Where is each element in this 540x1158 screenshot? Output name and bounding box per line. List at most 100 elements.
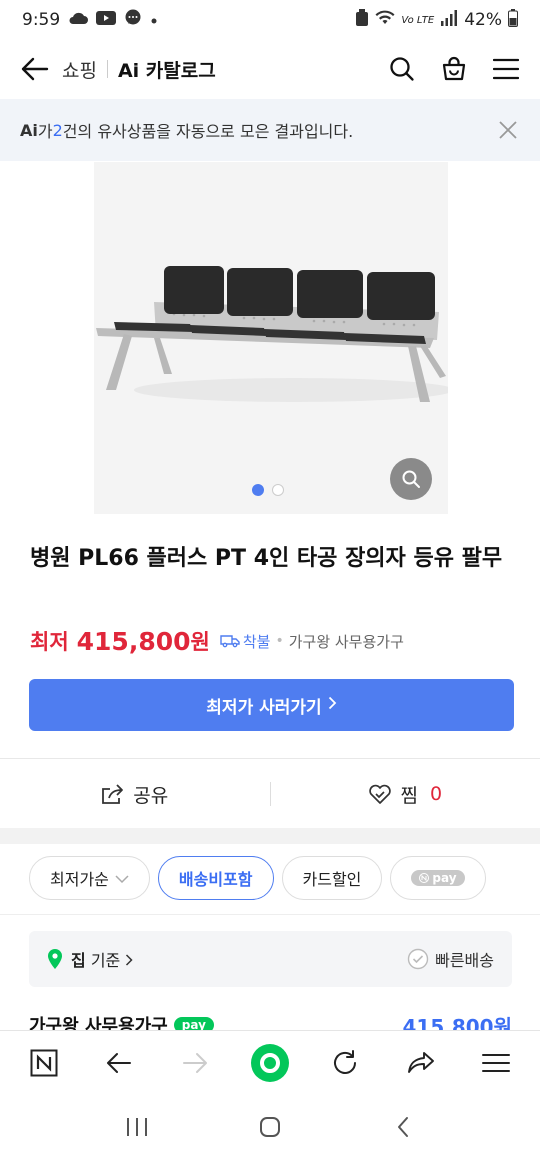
- naver-home-button[interactable]: [20, 1039, 68, 1087]
- page-title: Ai 카탈로그: [117, 59, 216, 82]
- location-place: 집: [71, 951, 86, 970]
- breadcrumb-divider: [106, 60, 108, 78]
- share-icon: [102, 784, 124, 804]
- shopping-link[interactable]: 쇼핑: [62, 56, 97, 83]
- close-icon: [499, 121, 517, 139]
- truck-icon: [220, 634, 240, 648]
- notice-text-before: 가: [37, 122, 53, 141]
- separator-dot: •: [275, 633, 284, 649]
- refresh-icon: [334, 1049, 357, 1074]
- action-row: 공유 찜 0: [0, 760, 540, 828]
- shopping-bag-icon: [442, 56, 466, 81]
- browser-back-button[interactable]: [95, 1039, 143, 1087]
- cloud-icon: [68, 10, 89, 30]
- notice-close-button[interactable]: [496, 118, 520, 142]
- fast-shipping-toggle[interactable]: 빠른배송: [407, 947, 494, 971]
- price-label: 최저: [30, 630, 69, 654]
- wishlist-count: 0: [429, 783, 443, 805]
- arrow-left-icon: [107, 1052, 132, 1073]
- browser-share-button[interactable]: [397, 1039, 445, 1087]
- image-pagination: [252, 484, 284, 496]
- similar-count: 2: [52, 120, 63, 140]
- sort-lowest-price-chip[interactable]: 최저가순: [29, 856, 150, 900]
- offer-seller-name: 가구왕 사무용가구: [29, 1016, 168, 1032]
- section-divider: [0, 828, 540, 844]
- battery-icon: [508, 8, 518, 32]
- recent-apps-button[interactable]: [113, 1103, 161, 1151]
- arrow-left-icon: [21, 57, 49, 81]
- home-icon: [259, 1117, 280, 1137]
- search-icon: [390, 57, 414, 81]
- search-button[interactable]: [386, 53, 418, 85]
- breadcrumb: 쇼핑 Ai 카탈로그: [62, 56, 216, 83]
- lowest-price: 415,800: [76, 626, 191, 656]
- cart-button[interactable]: [438, 53, 470, 85]
- heart-check-icon: [369, 784, 392, 804]
- android-navigation-bar: [0, 1096, 540, 1158]
- npay-icon: pay: [411, 870, 465, 886]
- delivery-location-box[interactable]: 집 기준 빠른배송: [29, 931, 512, 987]
- system-back-button[interactable]: [379, 1103, 427, 1151]
- naver-green-dot-button[interactable]: [246, 1039, 294, 1087]
- notice-text: 건의 유사상품을 자동으로 모은 결과입니다.: [62, 122, 354, 141]
- status-bar: 9:59 Vo LTE 42%: [0, 0, 540, 40]
- browser-toolbar: [0, 1030, 540, 1094]
- chevron-down-icon: [115, 869, 129, 888]
- pagination-dot[interactable]: [272, 484, 284, 496]
- pagination-dot-active[interactable]: [252, 484, 264, 496]
- battery-percent: 42%: [464, 10, 502, 30]
- menu-button[interactable]: [490, 53, 522, 85]
- location-text[interactable]: 집 기준: [71, 947, 133, 971]
- notification-dot-icon: [150, 10, 158, 30]
- chip-label: 카드할인: [302, 870, 362, 889]
- chevron-right-icon: [328, 695, 337, 715]
- divider: [0, 758, 540, 759]
- ai-notice-banner: Ai 가 2 건의 유사상품을 자동으로 모은 결과입니다.: [0, 99, 540, 161]
- browser-menu-button[interactable]: [472, 1039, 520, 1087]
- zoom-button[interactable]: [390, 458, 432, 500]
- magnifier-icon: [402, 470, 420, 488]
- check-circle-icon: [407, 948, 429, 970]
- recent-apps-icon: [126, 1118, 147, 1136]
- recycle-icon: [355, 8, 369, 32]
- card-discount-chip[interactable]: 카드할인: [281, 856, 383, 900]
- npay-chip[interactable]: pay: [390, 856, 486, 900]
- header: 쇼핑 Ai 카탈로그: [0, 40, 540, 98]
- bench-chair-image: [94, 162, 454, 514]
- refresh-button[interactable]: [321, 1039, 369, 1087]
- chevron-right-icon: [126, 954, 133, 966]
- status-time: 9:59: [22, 10, 61, 30]
- home-button[interactable]: [246, 1103, 294, 1151]
- hamburger-menu-icon: [493, 58, 519, 80]
- back-button[interactable]: [18, 52, 52, 86]
- fast-shipping-label: 빠른배송: [435, 951, 494, 970]
- share-button[interactable]: 공유: [0, 760, 270, 828]
- wifi-icon: [375, 10, 395, 31]
- share-arrow-icon: [407, 1051, 434, 1073]
- location-suffix: 기준: [90, 951, 121, 970]
- browser-forward-button[interactable]: [171, 1039, 219, 1087]
- wishlist-label: 찜: [400, 784, 418, 807]
- chip-label: 배송비포함: [178, 870, 253, 889]
- share-label: 공유: [133, 784, 169, 807]
- wishlist-button[interactable]: 찜 0: [271, 760, 540, 828]
- offer-price: 415,800원: [402, 1015, 513, 1032]
- price-row: 최저 415,800 원 착불 • 가구왕 사무용가구: [30, 626, 404, 656]
- chat-icon: [124, 9, 142, 32]
- chevron-left-icon: [398, 1117, 409, 1137]
- chip-label: 최저가순: [50, 870, 109, 889]
- npay-label: pay: [432, 871, 457, 885]
- product-image[interactable]: [94, 162, 454, 514]
- offer-row[interactable]: 가구왕 사무용가구 pay 415,800원: [29, 1012, 512, 1032]
- buy-lowest-price-button[interactable]: 최저가 사러가기: [29, 679, 514, 731]
- arrow-right-icon: [182, 1052, 207, 1073]
- buy-button-label: 최저가 사러가기: [206, 697, 322, 718]
- shipping-included-chip[interactable]: 배송비포함: [157, 856, 274, 900]
- green-dot-icon: [250, 1043, 289, 1082]
- seller-name[interactable]: 가구왕 사무용가구: [289, 631, 404, 652]
- hamburger-menu-icon: [482, 1053, 511, 1072]
- divider: [0, 914, 540, 915]
- filter-chips: 최저가순 배송비포함 카드할인 pay: [29, 856, 486, 900]
- volte-icon: Vo LTE: [401, 14, 435, 26]
- price-unit: 원: [190, 630, 210, 654]
